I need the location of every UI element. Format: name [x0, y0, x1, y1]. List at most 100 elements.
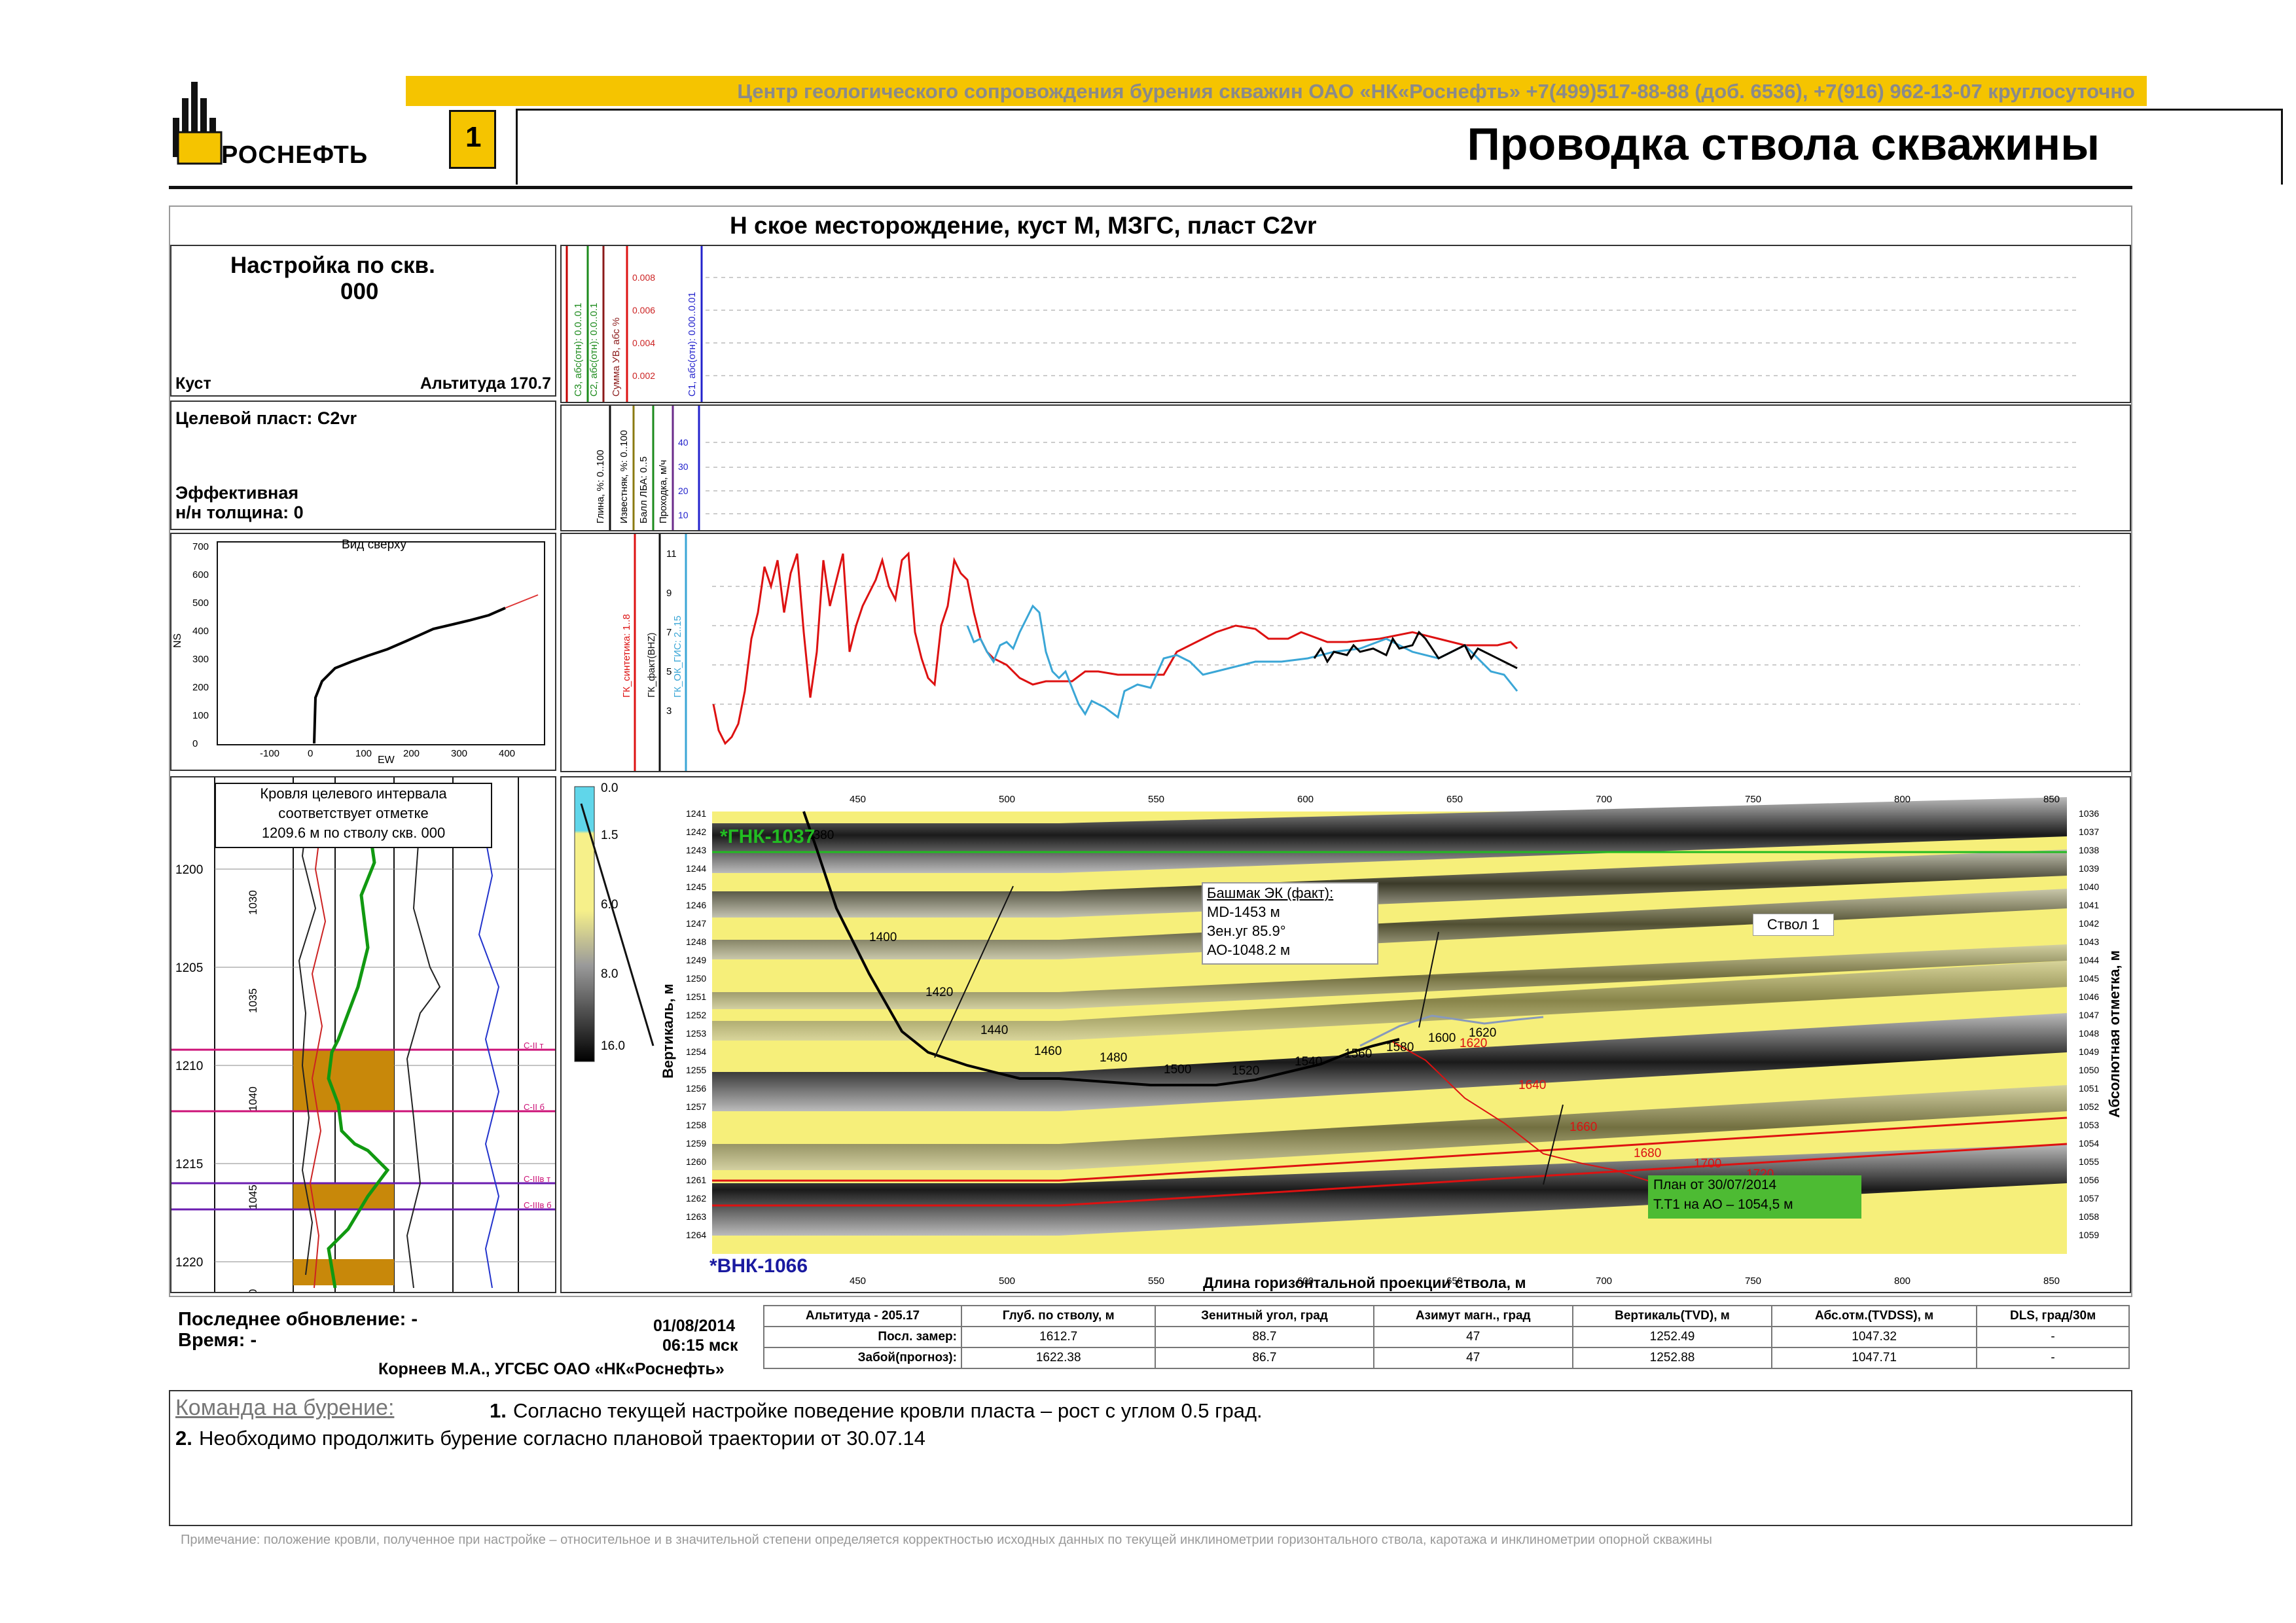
section-panel: 0.0 1.5 6.0 8.0 16.0 450 450 500 500 550 550 600 60… [560, 776, 2131, 1293]
corr-depth-tick: 1220 [175, 1256, 203, 1270]
section-ytick: 1258 [686, 1120, 706, 1130]
vnk-label: *ВНК-1066 [709, 1255, 808, 1277]
gas-track-tick: 0.006 [632, 305, 655, 315]
page-number-badge: 1 [449, 110, 496, 169]
table-row: Забой(прогноз): 1622.38 86.7 47 1252.88 … [763, 1347, 2130, 1369]
top-view-ytick: 300 [192, 654, 209, 665]
md-label-plan: 1660 [1570, 1120, 1597, 1134]
gk-ok-gis-curve [966, 604, 1518, 719]
gas-track-tick: 0.002 [632, 370, 655, 381]
top-view-xtick: 200 [403, 748, 420, 759]
top-view-ytick: 700 [192, 541, 209, 552]
section-y2tick: 1058 [2079, 1211, 2099, 1222]
command-box: Команда на бурение: 1. Согласно текущей … [169, 1390, 2132, 1526]
corr-depth-tick: 1210 [175, 1060, 203, 1073]
section-ylabel: Вертикаль, м [660, 984, 676, 1079]
gas-track-label: Сумма УВ, абс % [611, 317, 622, 397]
section-ytick: 1242 [686, 827, 706, 837]
md-label-plan: 1680 [1634, 1147, 1661, 1160]
report-date: 01/08/2014 [653, 1317, 736, 1335]
section-y2label: Абсолютная отметка, м [2106, 950, 2123, 1118]
top-view-ytick: 500 [192, 597, 209, 609]
lith-track-label: Глина, %: 0..100 [595, 450, 606, 524]
section-xtick-top: 700 [1596, 794, 1612, 805]
gk-track-tick: 7 [666, 627, 672, 638]
md-label-actual: 1460 [1034, 1044, 1062, 1058]
lith-track-tick: 40 [678, 437, 689, 448]
corr-depth-tick: 1205 [175, 961, 203, 975]
corr-depth-tick: 1200 [175, 863, 203, 877]
setup-panel: Настройка по скв. 000 Куст Альтитуда 170… [170, 245, 556, 397]
section-ytick: 1251 [686, 991, 706, 1002]
section-xtick-bottom: 550 [1148, 1275, 1164, 1287]
section-ytick: 1260 [686, 1156, 706, 1167]
section-y2tick: 1040 [2079, 882, 2099, 892]
section-xtick-top: 800 [1894, 794, 1910, 805]
md-label-actual: 1440 [980, 1024, 1008, 1037]
section-y2tick: 1043 [2079, 936, 2099, 947]
top-view-ytick: 0 [192, 738, 198, 749]
section-ytick: 1253 [686, 1028, 706, 1039]
command-title: Команда на бурение: [175, 1395, 395, 1420]
section-ytick: 1249 [686, 955, 706, 965]
section-ytick: 1263 [686, 1211, 706, 1222]
corr-md-tick: 1040 [247, 1086, 259, 1111]
corr-md-tick: 1030 [247, 890, 259, 915]
top-view-chart: Вид сверху 0 100 200 300 400 500 600 700 -100 0 1… [172, 538, 545, 766]
md-label-actual: 1420 [925, 986, 953, 999]
gas-track-label: С2, абс(отн): 0.0..0.1 [588, 303, 600, 397]
gas-grid [706, 277, 2080, 376]
report-author: Корнеев М.А., УГСБС ОАО «НК«Роснефть» [378, 1360, 725, 1378]
section-xtick-bottom: 700 [1596, 1275, 1612, 1287]
gk-track-label: ГК_ОК_ГИС: 2..15 [672, 616, 683, 698]
callout-box: Кровля целевого интервала соответствует … [215, 783, 492, 848]
section-ytick: 1252 [686, 1010, 706, 1020]
section-y2tick: 1042 [2079, 918, 2099, 929]
correlation-panel: 1200 1205 1210 1215 1220 1030 1035 1040 1045 050… [170, 776, 556, 1308]
md-label-plan: 1700 [1694, 1157, 1721, 1171]
stvol-1-label: Ствол 1 [1753, 914, 1834, 936]
target-panel: Целевой пласт: С2vr Эффективная н/н толщ… [170, 401, 556, 530]
section-ytick: 1246 [686, 900, 706, 910]
section-ytick: 1256 [686, 1083, 706, 1094]
top-view-xlabel: EW [378, 755, 395, 766]
corr-md-tick: 050 [247, 1289, 259, 1292]
last-update: Последнее обновление: - [178, 1309, 418, 1330]
section-xtick-bottom: 450 [850, 1275, 866, 1287]
section-y2tick: 1037 [2079, 827, 2099, 837]
survey-table: Альтитуда - 205.17 Глуб. по стволу, м Зе… [763, 1305, 2130, 1369]
lith-grid [706, 442, 2080, 514]
chart-title: Н ское месторождение, куст М, МЗГС, плас… [730, 212, 1317, 239]
md-label-actual: 1580 [1386, 1041, 1414, 1054]
section-xtick-top: 550 [1148, 794, 1164, 805]
gk-track-tick: 11 [666, 548, 677, 560]
footnote: Примечание: положение кровли, полученное… [181, 1533, 1712, 1547]
section-y2tick: 1055 [2079, 1156, 2099, 1167]
gk-track-label: ГК_факт(ВНZ) [646, 633, 657, 698]
section-y2tick: 1036 [2079, 808, 2099, 819]
top-view-xtick: 300 [451, 748, 467, 759]
lith-track-label: Известняк, %: 0..100 [619, 430, 630, 524]
gas-track-panel: С3, абс(отн): 0.0..0.1 С2, абс(отн): 0.0.… [560, 245, 2131, 403]
section-ytick: 1248 [686, 936, 706, 947]
section-ytick: 1264 [686, 1230, 706, 1240]
top-view-ytick: 200 [192, 682, 209, 693]
section-ytick: 1255 [686, 1065, 706, 1075]
md-label-actual: 1480 [1100, 1051, 1127, 1065]
gk-track-tick: 9 [666, 588, 672, 599]
section-y2tick: 1051 [2079, 1083, 2099, 1094]
section-y2tick: 1053 [2079, 1120, 2099, 1130]
section-ytick: 1254 [686, 1046, 706, 1057]
gnk-label: *ГНК-1037 [720, 826, 815, 847]
title-bar: 1 Проводка ствола скважины [169, 106, 2283, 189]
section-y2tick: 1059 [2079, 1230, 2099, 1240]
md-label-actual: 1500 [1164, 1063, 1191, 1077]
section-xtick-top: 500 [999, 794, 1015, 805]
corr-marker-label: С-IIIв б [524, 1200, 552, 1210]
top-view-ytick: 600 [192, 569, 209, 580]
section-xtick-top: 450 [850, 794, 866, 805]
page-title: Проводка ствола скважины [1467, 118, 2100, 169]
lith-track-label: Проходка, м/ч [658, 460, 669, 524]
md-label-actual: 1400 [869, 931, 897, 944]
section-ytick: 1262 [686, 1193, 706, 1204]
